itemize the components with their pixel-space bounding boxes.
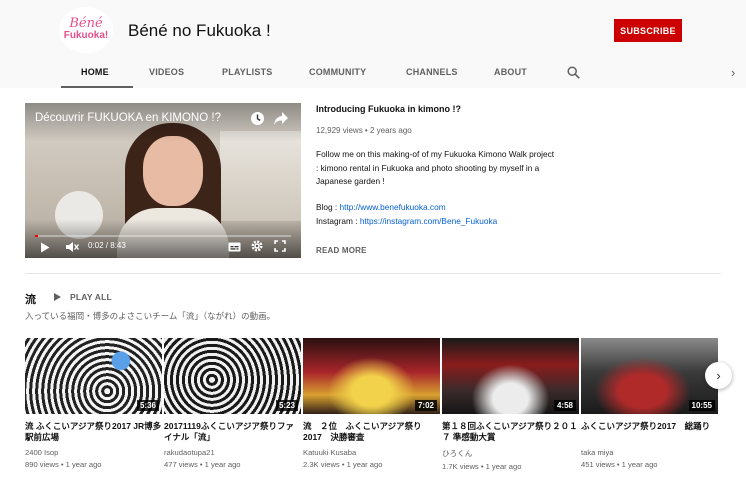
channel-tabs: HOME VIDEOS PLAYLISTS COMMUNITY CHANNELS… — [0, 58, 746, 88]
video-thumbnail[interactable]: 5:23 — [164, 338, 301, 414]
channel-avatar[interactable]: Béné Fukuoka! — [59, 7, 113, 53]
search-icon[interactable] — [567, 66, 580, 79]
tab-videos[interactable]: VIDEOS — [149, 58, 184, 88]
video-card[interactable]: 4:58 第１８回ふくこいアジア祭り２０１７ 準感動大賞 ひろくん 1.7K v… — [442, 338, 579, 471]
video-meta: 1.7K views • 1 year ago — [442, 462, 522, 471]
featured-video-player[interactable]: Découvrir FUKUOKA en KIMONO !? 0:02 / 8:… — [25, 103, 301, 258]
video-duration: 7:02 — [414, 400, 437, 411]
blog-link[interactable]: http://www.benefukuoka.com — [340, 202, 446, 212]
play-all-label: PLAY ALL — [70, 292, 112, 302]
read-more-button[interactable]: READ MORE — [316, 246, 367, 255]
tab-playlists[interactable]: PLAYLISTS — [222, 58, 272, 88]
video-card[interactable]: 7:02 流 ２位 ふくこいアジア祭り2017 決勝審査 Katuuki Kus… — [303, 338, 440, 469]
video-title[interactable]: ふくこいアジア祭り2017 総踊り — [581, 421, 718, 443]
video-title[interactable]: 20171119ふくこいアジア祭りファイナル「流」 — [164, 421, 301, 443]
video-card[interactable]: 5:23 20171119ふくこいアジア祭りファイナル「流」 rakudaotu… — [164, 338, 301, 469]
player-progress-bar[interactable] — [35, 235, 291, 237]
video-duration: 5:36 — [136, 400, 159, 411]
section-divider — [25, 273, 721, 274]
shelf-title[interactable]: 流 — [25, 291, 36, 307]
avatar-logo-line1: Béné — [69, 16, 103, 31]
watch-later-icon[interactable] — [250, 111, 265, 126]
settings-gear-icon[interactable] — [251, 240, 263, 252]
player-video-title[interactable]: Découvrir FUKUOKA en KIMONO !? — [35, 112, 221, 124]
tab-about[interactable]: ABOUT — [494, 58, 527, 88]
video-card[interactable]: 5:36 流 ふくこいアジア祭り2017 JR博多駅前広場 2400 Isop … — [25, 338, 162, 469]
video-duration: 4:58 — [553, 400, 576, 411]
tab-home[interactable]: HOME — [81, 58, 109, 88]
video-meta: 890 views • 1 year ago — [25, 460, 102, 469]
video-title[interactable]: 流 ２位 ふくこいアジア祭り2017 決勝審査 — [303, 421, 440, 443]
chevron-right-icon[interactable]: › — [731, 65, 735, 80]
video-duration: 10:55 — [688, 400, 715, 411]
video-thumbnail[interactable]: 10:55 — [581, 338, 718, 414]
video-meta: 477 views • 1 year ago — [164, 460, 241, 469]
featured-video-meta: 12,929 views • 2 years ago — [316, 126, 412, 135]
video-thumbnail[interactable]: 5:36 — [25, 338, 162, 414]
share-icon[interactable] — [273, 111, 289, 126]
subscribe-button[interactable]: SUBSCRIBE — [614, 19, 682, 42]
video-channel[interactable]: Katuuki Kusaba — [303, 448, 440, 457]
mute-icon[interactable] — [65, 241, 79, 253]
player-time: 0:02 / 8:43 — [88, 241, 126, 250]
video-channel[interactable]: rakudaotupa21 — [164, 448, 301, 457]
video-card[interactable]: 10:55 ふくこいアジア祭り2017 総踊り taka miya 451 vi… — [581, 338, 718, 469]
instagram-label: Instagram : — [316, 216, 360, 226]
tab-community[interactable]: COMMUNITY — [309, 58, 366, 88]
play-all-button[interactable]: PLAY ALL — [54, 291, 112, 303]
description-blog-line: Blog : http://www.benefukuoka.com — [316, 202, 446, 212]
fullscreen-icon[interactable] — [274, 240, 286, 252]
video-title[interactable]: 第１８回ふくこいアジア祭り２０１７ 準感動大賞 — [442, 421, 579, 443]
featured-video-description: Follow me on this making-of of my Fukuok… — [316, 149, 555, 187]
tab-channels[interactable]: CHANNELS — [406, 58, 458, 88]
featured-video-title[interactable]: Introducing Fukuoka in kimono !? — [316, 104, 461, 114]
video-thumbnail[interactable]: 4:58 — [442, 338, 579, 414]
channel-name: Béné no Fukuoka ! — [128, 21, 271, 40]
shelf-next-button[interactable]: › — [705, 362, 732, 389]
video-channel[interactable]: ひろくん — [442, 448, 579, 459]
shelf-description: 入っている福岡・博多のよさこいチーム「流」（ながれ）の動画。 — [25, 311, 276, 321]
blog-label: Blog : — [316, 202, 340, 212]
active-tab-indicator — [61, 86, 133, 88]
video-meta: 451 views • 1 year ago — [581, 460, 658, 469]
video-meta: 2.3K views • 1 year ago — [303, 460, 383, 469]
video-thumbnail[interactable]: 7:02 — [303, 338, 440, 414]
avatar-logo-line2: Fukuoka! — [63, 30, 109, 41]
video-channel[interactable]: 2400 Isop — [25, 448, 162, 457]
video-duration: 5:23 — [275, 400, 298, 411]
player-progress-fill — [35, 235, 38, 237]
subtitles-icon[interactable] — [228, 242, 241, 252]
instagram-link[interactable]: https://instagram.com/Bene_Fukuoka — [360, 216, 497, 226]
chevron-right-icon: › — [716, 368, 721, 383]
play-icon — [54, 293, 61, 301]
play-icon[interactable] — [40, 242, 50, 253]
video-channel[interactable]: taka miya — [581, 448, 718, 457]
description-instagram-line: Instagram : https://instagram.com/Bene_F… — [316, 216, 497, 226]
video-title[interactable]: 流 ふくこいアジア祭り2017 JR博多駅前広場 — [25, 421, 162, 443]
